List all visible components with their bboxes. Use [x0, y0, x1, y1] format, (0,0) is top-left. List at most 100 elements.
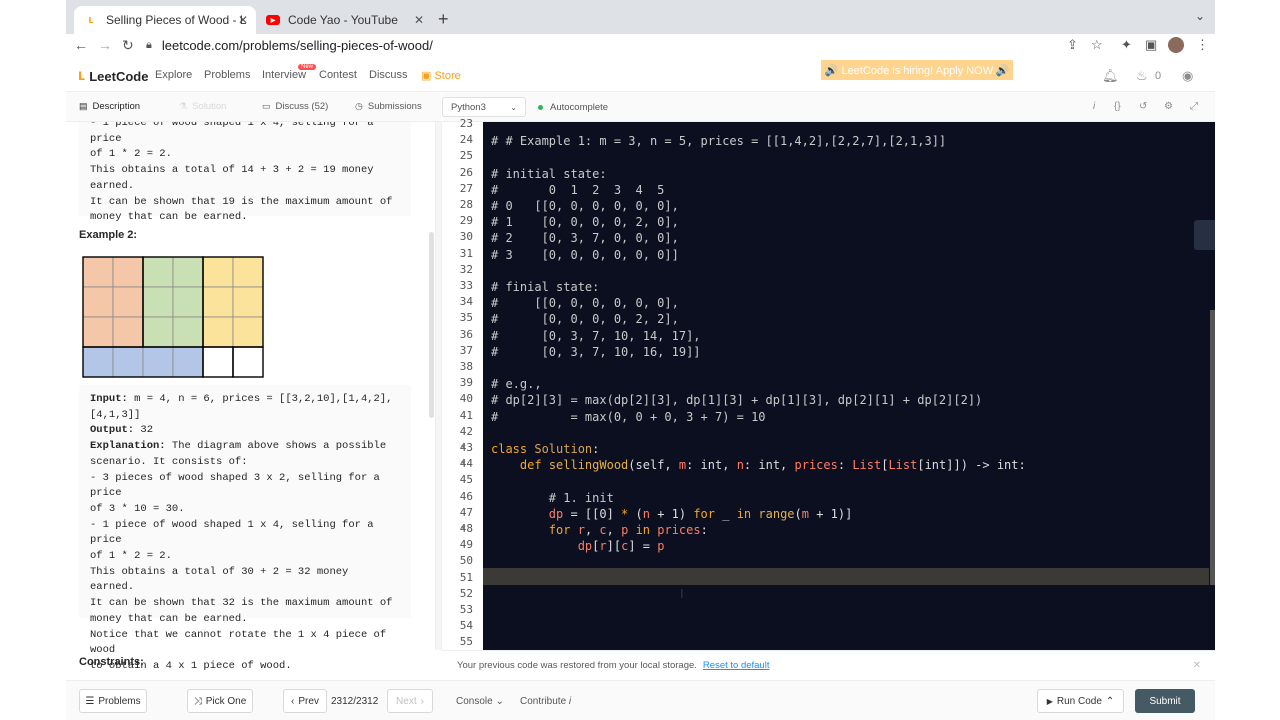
code-token: range	[758, 506, 795, 521]
profile-avatar[interactable]	[1168, 37, 1184, 53]
forward-icon[interactable]: →	[98, 37, 112, 53]
line-number: 47	[459, 505, 473, 519]
leetcode-logo[interactable]: ʟ LeetCode	[78, 67, 148, 85]
code-line: # 0 [[0, 0, 0, 0, 0, 0],	[491, 199, 679, 213]
code-token: # dp[2][3] = max(dp[2][3], dp[1][3] + dp…	[491, 393, 983, 408]
console-toggle[interactable]: Console ⌄	[456, 696, 504, 707]
grid-cell	[172, 256, 204, 288]
grid-cell	[232, 316, 264, 348]
bell-icon[interactable]: 🔔︎	[1102, 68, 1119, 84]
back-icon[interactable]: ←	[74, 37, 88, 53]
info-icon[interactable]: i	[1093, 101, 1095, 112]
run-code-button[interactable]: ▶ Run Code ⌃	[1037, 689, 1124, 713]
close-icon[interactable]: ✕	[238, 13, 248, 27]
prev-button[interactable]: ‹ Prev	[283, 689, 327, 713]
share-icon[interactable]: ⇪	[1067, 37, 1078, 53]
reset-icon[interactable]: ↺	[1139, 101, 1147, 112]
nav-explore[interactable]: Explore	[155, 69, 192, 81]
line-number: 32	[459, 262, 473, 276]
floating-panel-button[interactable]	[1194, 220, 1215, 250]
next-button[interactable]: Next ›	[387, 689, 433, 713]
grid-cell	[112, 286, 144, 318]
run-code-label: Run Code	[1056, 695, 1102, 707]
nav-problems[interactable]: Problems	[204, 69, 250, 81]
problems-button[interactable]: ☰ Problems	[79, 689, 147, 713]
new-tab-button[interactable]: +	[438, 9, 449, 30]
store-icon: ▣	[421, 70, 435, 82]
code-line: dp[r][c] = p	[491, 539, 665, 553]
tab-title: Selling Pieces of Wood - LeetC	[106, 13, 246, 27]
tab-submissions[interactable]: ◷ Submissions	[355, 101, 422, 112]
reload-icon[interactable]: ↻	[122, 37, 134, 54]
close-icon[interactable]: ✕	[1193, 660, 1201, 671]
code-token: Solution	[534, 442, 593, 456]
code-token: _	[715, 506, 737, 521]
language-select[interactable]: Python3 ⌄	[442, 97, 526, 117]
line-number: 45	[459, 473, 473, 487]
pane-splitter[interactable]	[435, 122, 442, 650]
fold-toggle-icon[interactable]: ▼	[460, 460, 467, 467]
code-token: # # Example 1: m = 3, n = 5, prices = [[…	[491, 134, 947, 149]
code-token: for	[548, 523, 571, 537]
browser-window: ʟ Selling Pieces of Wood - LeetC ✕ ▶ Cod…	[66, 0, 1215, 720]
tab-solution[interactable]: ⚗ Solution	[179, 101, 226, 112]
braces-icon[interactable]: {}	[1114, 101, 1121, 112]
nav-store[interactable]: ▣ Store	[421, 69, 461, 82]
grid-cell	[112, 316, 144, 348]
contribute-button[interactable]: Contribute i	[520, 696, 571, 707]
console-label: Console	[456, 696, 493, 707]
fold-toggle-icon[interactable]: ▼	[460, 525, 467, 532]
streak-fire-icon[interactable]: ♨	[1136, 68, 1148, 84]
reset-to-default-link[interactable]: Reset to default	[703, 660, 770, 671]
tab-title: Code Yao - YouTube	[288, 13, 398, 27]
nav-contest[interactable]: Contest	[319, 69, 357, 81]
fold-toggle-icon[interactable]: ▼	[460, 444, 467, 451]
code-line: # 1. init	[491, 491, 614, 505]
autocomplete-toggle[interactable]: Autocomplete	[538, 102, 608, 113]
code-editor[interactable]: # # Example 1: m = 3, n = 5, prices = [[…	[483, 122, 1215, 650]
code-token: in	[635, 523, 651, 537]
code-token: List	[852, 458, 882, 473]
pick-one-button[interactable]: ⤨ Pick One	[187, 689, 253, 713]
bookmark-star-icon[interactable]: ☆	[1091, 37, 1103, 53]
grid-cell	[142, 256, 174, 288]
nav-interview[interactable]: Interview	[262, 69, 306, 81]
browser-tab-youtube[interactable]: ▶ Code Yao - YouTube ✕	[256, 6, 432, 34]
fullscreen-icon[interactable]: ⤢	[1190, 101, 1198, 112]
nav-discuss[interactable]: Discuss	[369, 69, 408, 81]
right-margin	[1215, 0, 1280, 720]
close-icon[interactable]: ✕	[414, 13, 424, 27]
output-label: Output:	[90, 424, 135, 437]
code-token: def	[519, 458, 549, 473]
code-token: class	[491, 442, 535, 456]
grid-cell	[82, 346, 114, 378]
extensions-icon[interactable]: ✦	[1121, 37, 1132, 53]
code-line: # 1 [0, 0, 0, 0, 2, 0],	[491, 215, 679, 229]
submit-button[interactable]: Submit	[1135, 689, 1195, 713]
sidepanel-icon[interactable]: ▣	[1145, 37, 1157, 53]
code-line: # initial state:	[491, 167, 607, 181]
code-line: # # Example 1: m = 3, n = 5, prices = [[…	[491, 134, 946, 148]
code-token: n	[642, 506, 650, 521]
grid-cell	[232, 346, 264, 378]
input-label: Input:	[90, 393, 128, 405]
code-token: m	[801, 506, 809, 521]
menu-icon[interactable]: ⋮	[1196, 37, 1209, 53]
tab-discuss[interactable]: ▭ Discuss (52)	[262, 101, 328, 112]
line-number: 34	[459, 295, 473, 309]
line-number: 50	[459, 554, 473, 568]
browser-tab-leetcode[interactable]: ʟ Selling Pieces of Wood - LeetC ✕	[74, 6, 256, 34]
leetcode-icon: ʟ	[88, 14, 94, 26]
code-token: # [0, 3, 7, 10, 16, 19]]	[491, 344, 701, 359]
url-field[interactable]: 🔒︎ leetcode.com/problems/selling-pieces-…	[146, 34, 1106, 56]
hiring-banner[interactable]: 🔊 LeetCode is hiring! Apply NOW.🔊	[821, 60, 1013, 80]
user-avatar-icon[interactable]: ◉	[1182, 68, 1193, 84]
description-scrollbar[interactable]	[429, 232, 434, 418]
contribute-label: Contribute	[520, 696, 567, 707]
tab-search-icon[interactable]: ⌄	[1195, 9, 1205, 23]
grid-cell	[82, 256, 114, 288]
settings-icon[interactable]: ⚙	[1164, 101, 1173, 112]
tab-description[interactable]: ▤ Description	[79, 101, 140, 112]
